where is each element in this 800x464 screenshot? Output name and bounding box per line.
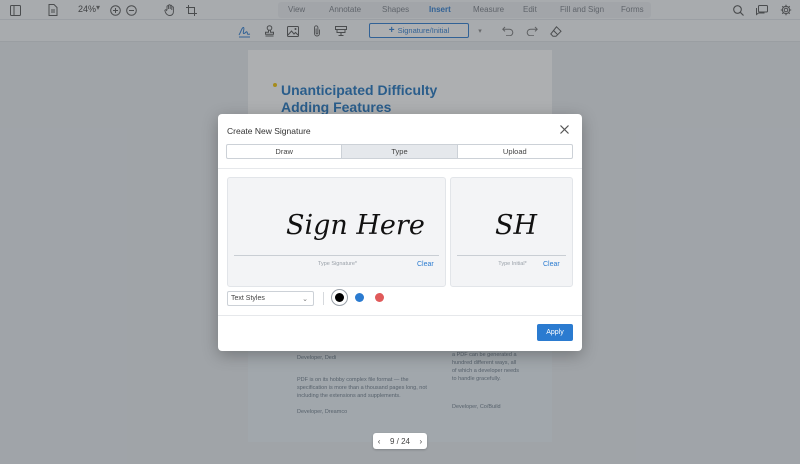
page-indicator[interactable]: 9 / 24 — [390, 437, 410, 446]
prev-page-icon[interactable]: ‹ — [378, 437, 381, 446]
clear-signature-button[interactable]: Clear — [417, 261, 434, 268]
text-styles-dropdown[interactable]: Text Styles ⌄ — [227, 291, 314, 306]
color-swatch-red[interactable] — [375, 293, 384, 302]
divider — [218, 315, 582, 316]
close-icon[interactable] — [558, 124, 570, 136]
tab-upload[interactable]: Upload — [458, 145, 572, 158]
divider — [218, 168, 582, 169]
initial-input-panel[interactable]: SH Type Initial* Clear — [450, 177, 573, 287]
apply-button[interactable]: Apply — [537, 324, 573, 341]
color-swatch-black[interactable] — [335, 293, 344, 302]
tab-draw[interactable]: Draw — [227, 145, 343, 158]
signature-mode-tabs: Draw Type Upload — [226, 144, 573, 159]
create-signature-dialog: Create New Signature Draw Type Upload Si… — [218, 114, 582, 351]
initial-preview[interactable]: SH — [495, 210, 537, 241]
tab-type[interactable]: Type — [342, 145, 458, 158]
page-navigator: ‹ 9 / 24 › — [373, 433, 427, 449]
signature-preview[interactable]: Sign Here — [286, 210, 425, 241]
next-page-icon[interactable]: › — [420, 437, 423, 446]
text-styles-label: Text Styles — [231, 295, 265, 302]
signature-baseline — [234, 255, 439, 256]
initial-baseline — [457, 255, 566, 256]
signature-hint: Type Signature* — [317, 261, 358, 267]
dialog-title: Create New Signature — [227, 126, 311, 136]
clear-initial-button[interactable]: Clear — [543, 261, 560, 268]
chevron-down-icon: ⌄ — [302, 295, 308, 303]
divider — [323, 292, 324, 305]
color-swatch-blue[interactable] — [355, 293, 364, 302]
signature-input-panel[interactable]: Sign Here Type Signature* Clear — [227, 177, 446, 287]
